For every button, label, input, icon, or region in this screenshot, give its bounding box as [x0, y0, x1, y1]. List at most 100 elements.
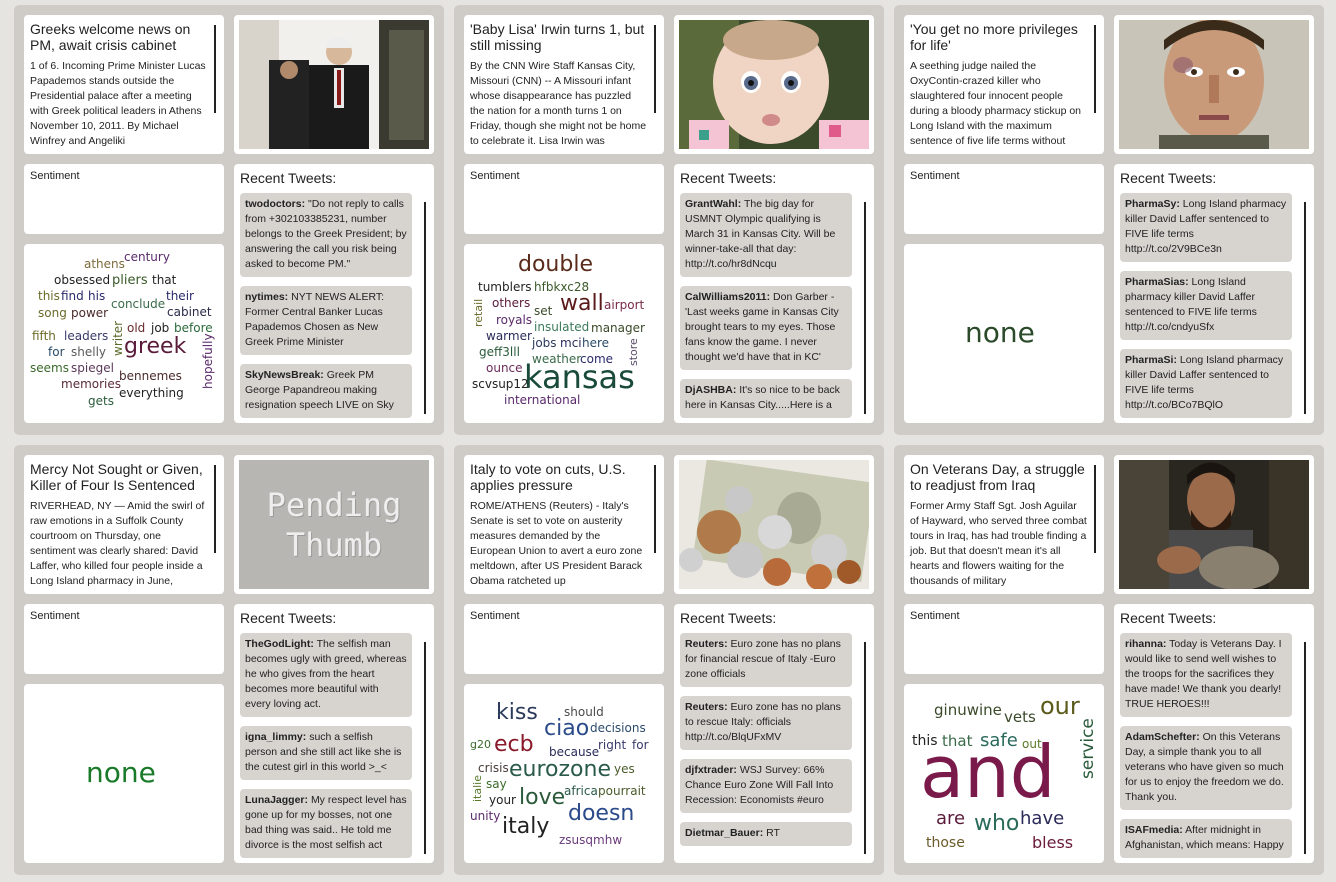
cloud-word[interactable]: bless — [1032, 835, 1073, 851]
tweets-scrollbar[interactable] — [864, 642, 866, 854]
cloud-word-vertical[interactable]: store — [627, 338, 640, 366]
cloud-word[interactable]: leaders — [64, 330, 108, 342]
story-scrollbar[interactable] — [1094, 465, 1096, 553]
cloud-word[interactable]: for — [48, 346, 65, 358]
tweet-user[interactable]: SkyNewsBreak: — [245, 369, 324, 381]
tweets-scrollbar[interactable] — [424, 642, 426, 854]
tweet-item[interactable]: Reuters: Euro zone has no plans to rescu… — [680, 696, 852, 750]
cloud-word[interactable]: eurozone — [509, 759, 611, 781]
tweets-scrollbar[interactable] — [1304, 642, 1306, 854]
tweet-item[interactable]: PharmaSy: Long Island pharmacy killer Da… — [1120, 193, 1292, 262]
tweet-user[interactable]: DjASHBA: — [685, 384, 736, 396]
tweet-user[interactable]: CalWilliams2011: — [685, 291, 770, 303]
cloud-word[interactable]: job — [151, 322, 169, 334]
cloud-word[interactable]: our — [1040, 694, 1080, 718]
cloud-word[interactable]: kiss — [496, 702, 538, 724]
cloud-word[interactable]: song — [38, 307, 67, 319]
cloud-word[interactable]: italy — [502, 816, 549, 838]
story-thumbnail[interactable] — [674, 455, 874, 594]
story-thumbnail[interactable] — [674, 15, 874, 154]
tweet-user[interactable]: Dietmar_Bauer: — [685, 827, 763, 839]
tweet-user[interactable]: LunaJagger: — [245, 794, 308, 806]
cloud-word[interactable]: warmer — [486, 330, 532, 342]
tweets-scrollbar[interactable] — [864, 202, 866, 414]
tweet-item[interactable]: CalWilliams2011: Don Garber - 'Last week… — [680, 286, 852, 370]
cloud-word[interactable]: decisions — [590, 722, 646, 734]
cloud-word-vertical[interactable]: service — [1078, 718, 1098, 779]
cloud-word[interactable]: spiegel — [71, 362, 114, 374]
tweet-user[interactable]: AdamSchefter: — [1125, 731, 1200, 743]
cloud-word[interactable]: mci — [560, 337, 582, 349]
cloud-word[interactable]: ecb — [494, 734, 534, 756]
cloud-word[interactable]: who — [974, 813, 1019, 835]
tweet-user[interactable]: PharmaSi: — [1125, 354, 1177, 366]
cloud-word[interactable]: airport — [604, 299, 644, 311]
story-summary[interactable]: On Veterans Day, a struggle to readjust … — [904, 455, 1104, 594]
tweet-item[interactable]: SkyNewsBreak: Greek PM George Papandreou… — [240, 364, 412, 418]
tweet-item[interactable]: rihanna: Today is Veterans Day. I would … — [1120, 633, 1292, 717]
tweets-scrollbar[interactable] — [1304, 202, 1306, 414]
cloud-word[interactable]: his — [88, 290, 105, 302]
cloud-word-vertical[interactable]: retail — [472, 299, 485, 327]
cloud-word[interactable]: have — [1020, 810, 1064, 828]
cloud-word[interactable]: those — [926, 836, 965, 850]
cloud-word[interactable]: here — [582, 337, 609, 349]
cloud-word[interactable]: say — [486, 778, 507, 790]
cloud-word[interactable]: zsusqmhw — [559, 834, 622, 846]
cloud-word[interactable]: vets — [1004, 710, 1036, 725]
cloud-word[interactable]: fifth — [32, 330, 56, 342]
cloud-word[interactable]: yes — [614, 763, 635, 775]
cloud-word[interactable]: love — [519, 787, 565, 809]
story-title[interactable]: On Veterans Day, a struggle to readjust … — [910, 461, 1088, 493]
cloud-word[interactable]: cabinet — [167, 306, 212, 318]
tweet-user[interactable]: GrantWahl: — [685, 198, 741, 210]
cloud-word[interactable]: century — [124, 251, 170, 263]
cloud-word[interactable]: gets — [88, 395, 114, 407]
story-title[interactable]: 'You get no more privileges for life' — [910, 21, 1088, 53]
tweet-item[interactable]: djfxtrader: WSJ Survey: 66% Chance Euro … — [680, 759, 852, 813]
story-title[interactable]: Italy to vote on cuts, U.S. applies pres… — [470, 461, 648, 493]
cloud-word[interactable]: g20 — [470, 739, 491, 750]
story-thumbnail[interactable] — [1114, 455, 1314, 594]
cloud-word[interactable]: bennemes — [119, 370, 182, 382]
tweet-item[interactable]: Dietmar_Bauer: RT — [680, 822, 852, 846]
cloud-word[interactable]: others — [492, 297, 530, 309]
tweet-user[interactable]: rihanna: — [1125, 638, 1166, 650]
cloud-word[interactable]: international — [504, 394, 580, 406]
tweet-user[interactable]: ISAFmedia: — [1125, 824, 1183, 836]
story-thumbnail[interactable] — [1114, 15, 1314, 154]
cloud-word[interactable]: greek — [124, 336, 186, 358]
tweet-user[interactable]: igna_limmy: — [245, 731, 306, 743]
cloud-word[interactable]: manager — [591, 322, 645, 334]
cloud-word[interactable]: kansas — [524, 361, 635, 393]
tweet-item[interactable]: twodoctors: "Do not reply to calls from … — [240, 193, 412, 277]
tweet-item[interactable]: PharmaSi: Long Island pharmacy killer Da… — [1120, 349, 1292, 418]
cloud-word[interactable]: ounce — [486, 362, 523, 374]
tweet-user[interactable]: Reuters: — [685, 701, 728, 713]
cloud-word[interactable]: royals — [496, 314, 532, 326]
cloud-word[interactable]: pliers — [112, 274, 148, 287]
story-title[interactable]: Greeks welcome news on PM, await crisis … — [30, 21, 208, 53]
story-thumbnail[interactable]: Pending Thumb — [234, 455, 434, 594]
cloud-word-vertical[interactable]: hopefully — [201, 333, 215, 389]
story-scrollbar[interactable] — [214, 465, 216, 553]
story-summary[interactable]: Mercy Not Sought or Given, Killer of Fou… — [24, 455, 224, 594]
cloud-word[interactable]: find — [61, 290, 84, 302]
cloud-word[interactable]: jobs — [532, 337, 557, 349]
tweet-item[interactable]: TheGodLight: The selfish man becomes ugl… — [240, 633, 412, 717]
cloud-word[interactable]: right — [598, 739, 626, 751]
cloud-word[interactable]: doesn — [568, 803, 634, 825]
tweet-item[interactable]: ISAFmedia: After midnight in Afghanistan… — [1120, 819, 1292, 858]
story-summary[interactable]: Italy to vote on cuts, U.S. applies pres… — [464, 455, 664, 594]
story-scrollbar[interactable] — [654, 465, 656, 553]
tweet-item[interactable]: nytimes: NYT NEWS ALERT: Former Central … — [240, 286, 412, 355]
tweet-item[interactable]: GrantWahl: The big day for USMNT Olympic… — [680, 193, 852, 277]
story-scrollbar[interactable] — [214, 25, 216, 113]
tweet-user[interactable]: nytimes: — [245, 291, 288, 303]
cloud-word[interactable]: old — [127, 322, 145, 334]
cloud-word[interactable]: your — [489, 794, 516, 806]
tweet-user[interactable]: Reuters: — [685, 638, 728, 650]
tweets-scrollbar[interactable] — [424, 202, 426, 414]
tweet-item[interactable]: DjASHBA: It's so nice to be back here in… — [680, 379, 852, 418]
cloud-word-vertical[interactable]: italie — [471, 775, 484, 802]
